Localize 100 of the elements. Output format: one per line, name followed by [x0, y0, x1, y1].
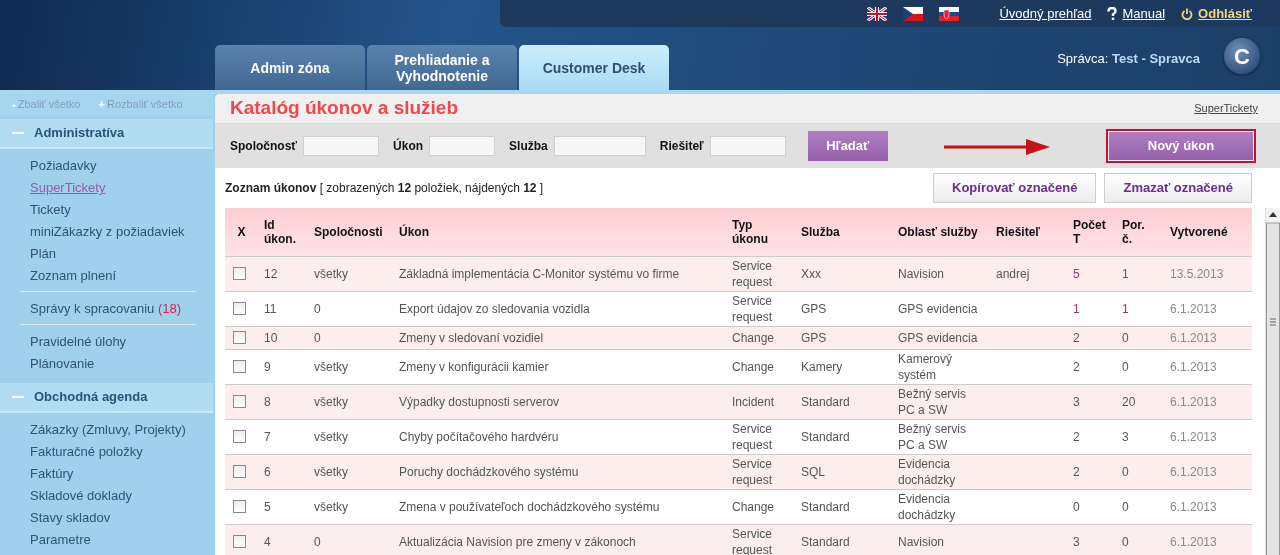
page-title: Katalóg úkonov a služieb — [230, 97, 459, 120]
table-cell-text: Bežný servis PC a SW — [898, 385, 968, 418]
checkbox[interactable] — [233, 331, 246, 344]
table-cell-text: Bežný servis PC a SW — [898, 420, 968, 453]
table-cell: GPS — [801, 330, 827, 345]
table-cell: všetky — [314, 464, 348, 479]
home-link[interactable]: Úvodný prehľad — [999, 3, 1092, 24]
table-cell: 2 — [1073, 429, 1080, 444]
table-cell: 12 — [264, 266, 278, 281]
table-cell-text: GPS evidencia — [898, 300, 979, 317]
table-cell: Export údajov zo sledovania vozidla — [399, 301, 590, 316]
tab[interactable]: Customer Desk — [519, 45, 669, 90]
filter-label: Riešiteľ — [659, 138, 704, 155]
table-cell: 6.1.2013 — [1170, 330, 1217, 345]
list-summary: Zoznam úkonov [ zobrazených 12 položiek, nájdených 12 ] — [225, 180, 544, 197]
checkbox[interactable] — [233, 395, 246, 408]
section-header[interactable]: Obchodná agenda — [0, 383, 213, 413]
table-cell: 4 — [264, 534, 271, 549]
table-cell-text: Evidencia dochádzky — [898, 455, 957, 488]
action-button[interactable]: Kopírovať označené — [933, 173, 1097, 203]
table-cell: 6.1.2013 — [1170, 499, 1217, 514]
column-header: Typ úkonu — [726, 208, 795, 256]
column-header: Spoločnosti — [308, 208, 393, 256]
table-cell-text: Change — [732, 329, 776, 346]
table-cell: 3 — [1073, 534, 1080, 549]
table-cell-text: Service request — [732, 420, 774, 453]
column-header: Por. č. — [1116, 208, 1164, 256]
user-label: Správca: Test - Spravca — [1057, 50, 1200, 68]
uk-flag-icon[interactable] — [867, 6, 888, 21]
sidebar-item[interactable]: Zoznam plnení — [30, 265, 213, 287]
table-cell: 2 — [1073, 464, 1080, 479]
table-cell: 6.1.2013 — [1170, 359, 1217, 374]
column-header: Vytvorené — [1164, 208, 1252, 256]
table-cell: Zmeny v konfigurácii kamier — [399, 359, 549, 374]
checkbox[interactable] — [233, 267, 246, 280]
sidebar-item[interactable]: Pravidelné úlohy — [30, 331, 196, 353]
table-cell: GPS — [801, 301, 827, 316]
table-cell: Základná implementácia C-Monitor systému vo firme — [399, 266, 680, 281]
sidebar-item[interactable]: Správy k spracovaniu (18) — [30, 298, 196, 320]
table-cell: Standard — [801, 499, 850, 514]
tab[interactable]: Prehliadanie a Vyhodnotenie — [367, 45, 517, 90]
table-cell: 6.1.2013 — [1170, 394, 1217, 409]
count-link[interactable]: 5 — [1073, 266, 1080, 281]
sidebar-item[interactable]: Faktúry — [30, 463, 213, 485]
checkbox[interactable] — [233, 360, 246, 373]
table-cell-text: Evidencia dochádzky — [898, 490, 957, 523]
sidebar-item[interactable]: SuperTickety — [30, 177, 213, 199]
sidebar-item[interactable]: Fakturačné položky — [30, 441, 213, 463]
checkbox[interactable] — [233, 430, 246, 443]
logout-link[interactable]: Odhlásiť — [1181, 3, 1252, 24]
table-cell: Standard — [801, 534, 850, 549]
sidebar-item[interactable]: Parametre — [30, 529, 213, 551]
table-cell: Xxx — [801, 266, 821, 281]
checkbox[interactable] — [233, 302, 246, 315]
table-cell: Standard — [801, 429, 850, 444]
manual-link[interactable]: Manual — [1107, 3, 1166, 24]
section-title: Obchodná agenda — [34, 388, 148, 407]
table-cell: Zmeny v sledovaní vozidiel — [399, 330, 544, 345]
table-cell: 6.1.2013 — [1170, 301, 1217, 316]
input-field[interactable] — [553, 136, 646, 156]
action-button[interactable]: Zmazať označené — [1104, 173, 1252, 203]
input-field[interactable] — [429, 136, 496, 156]
czech-flag-icon[interactable] — [903, 6, 924, 21]
sidebar-item[interactable]: Tickety — [30, 199, 213, 221]
table-cell-text: Incident — [732, 393, 776, 410]
table-cell: 0 — [1122, 464, 1129, 479]
count-link[interactable]: 1 — [1122, 301, 1129, 316]
input-field[interactable] — [709, 136, 786, 156]
table-cell-text: Change — [732, 498, 776, 515]
new-item-button[interactable]: Nový úkon — [1106, 129, 1256, 163]
table-cell: 11 — [264, 301, 277, 316]
sidebar-item[interactable]: Stavy skladov — [30, 507, 213, 529]
table-cell: 0 — [1122, 499, 1129, 514]
table-cell: všetky — [314, 429, 348, 444]
sidebar-item[interactable]: Skladové doklady — [30, 485, 213, 507]
sidebar-item[interactable]: Požiadavky — [30, 155, 213, 177]
sidebar-item[interactable]: Plán — [30, 243, 213, 265]
column-header: Počet T — [1067, 208, 1116, 256]
filter-label: Služba — [509, 138, 548, 155]
sidebar-item[interactable]: Plánovanie — [30, 353, 196, 375]
table-cell: všetky — [314, 359, 348, 374]
checkbox[interactable] — [233, 500, 246, 513]
checkbox[interactable] — [233, 535, 246, 548]
table-cell: Aktualizácia Navision pre zmeny v zákonoch — [399, 534, 636, 549]
sidebar-item[interactable]: miniZákazky z požiadaviek — [30, 221, 213, 243]
table-cell: Zmena v používateľoch dochádzkového systému — [399, 499, 660, 514]
section-header[interactable]: Administratíva — [0, 119, 213, 149]
table-cell: 2 — [1073, 330, 1080, 345]
table-cell: andrej — [996, 266, 1030, 281]
count-link[interactable]: 1 — [1122, 266, 1129, 281]
search-button[interactable]: Hľadať — [807, 131, 888, 161]
count-link[interactable]: 1 — [1073, 301, 1080, 316]
tab[interactable]: Admin zóna — [215, 45, 365, 90]
breadcrumb-link[interactable]: SuperTickety — [1194, 100, 1258, 117]
table-cell: 13.5.2013 — [1170, 266, 1224, 281]
scrollbar[interactable] — [1265, 208, 1280, 555]
checkbox[interactable] — [233, 465, 246, 478]
sidebar-item[interactable]: Zákazky (Zmluvy, Projekty) — [30, 419, 213, 441]
slovak-flag-icon[interactable] — [939, 6, 960, 21]
input-field[interactable] — [303, 136, 380, 156]
